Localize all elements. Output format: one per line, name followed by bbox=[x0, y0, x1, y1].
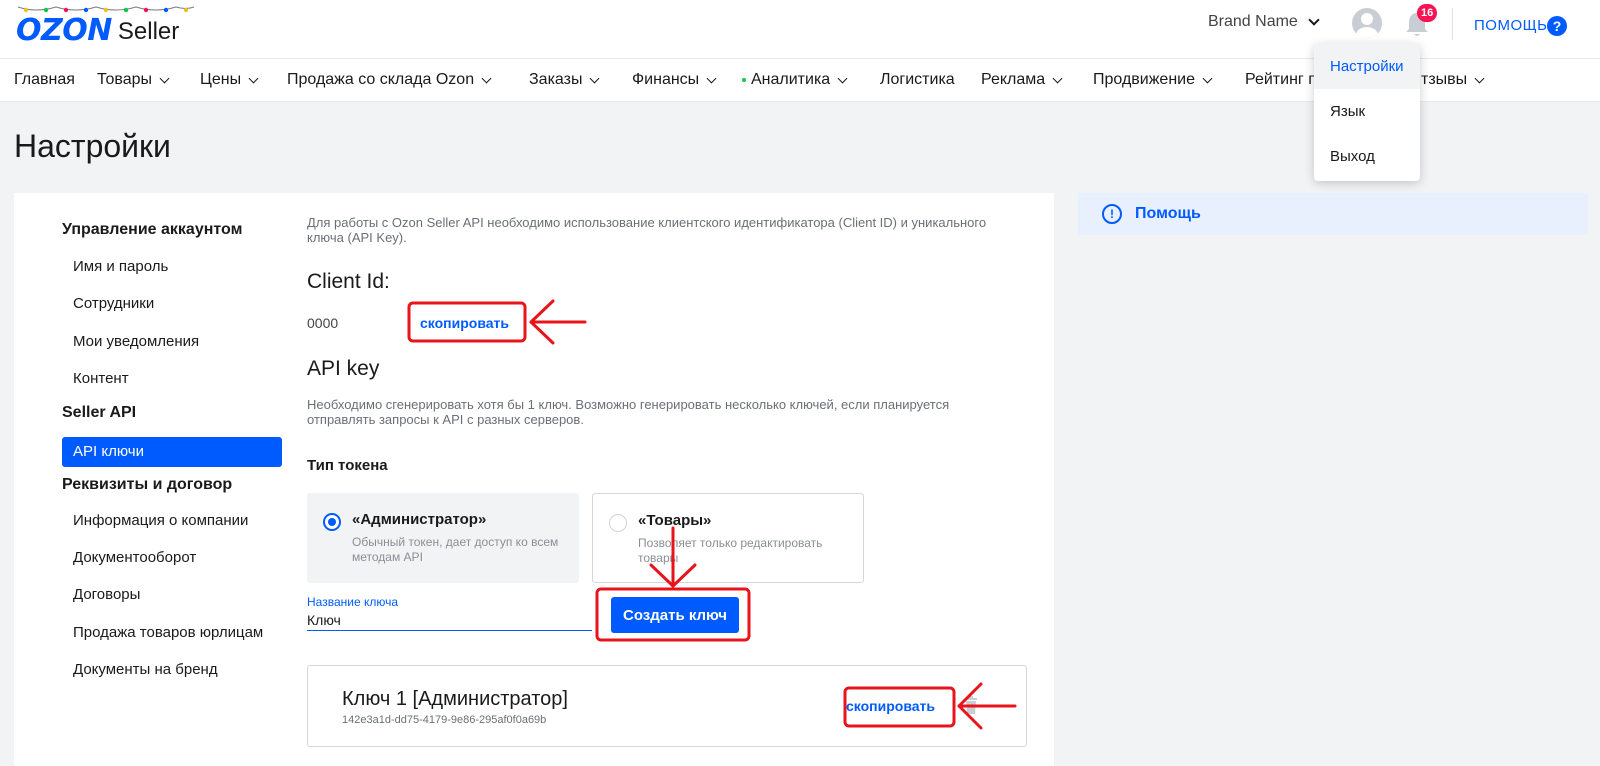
nav-item-prices[interactable]: Цены bbox=[200, 71, 259, 89]
settings-card: Управление аккаунтом Имя и пароль Сотруд… bbox=[14, 193, 1054, 766]
nav-item-logistics[interactable]: Логистика bbox=[880, 71, 955, 89]
brand-selector[interactable]: Brand Name bbox=[1208, 13, 1320, 31]
token-title: «Товары» bbox=[638, 512, 712, 529]
logo-ozon-text: OZON bbox=[16, 13, 112, 48]
nav-label: Главная bbox=[14, 71, 75, 88]
nav-item-fbo[interactable]: Продажа со склада Ozon bbox=[287, 71, 492, 89]
api-key-heading: API key bbox=[307, 357, 380, 380]
sidebar-item-employees[interactable]: Сотрудники bbox=[73, 295, 154, 312]
trash-icon[interactable] bbox=[964, 696, 978, 714]
sidebar-item-name-password[interactable]: Имя и пароль bbox=[73, 258, 168, 275]
token-description: Позволяет только редактировать товары bbox=[638, 536, 823, 565]
sidebar-item-notifications[interactable]: Мои уведомления bbox=[73, 333, 199, 350]
user-menu-dropdown: Настройки Язык Выход bbox=[1314, 44, 1420, 181]
intro-text: Для работы с Ozon Seller API необходимо … bbox=[307, 215, 987, 245]
divider bbox=[1452, 8, 1453, 40]
chevron-down-icon bbox=[159, 73, 170, 83]
radio-selected[interactable] bbox=[323, 513, 341, 531]
help-panel[interactable]: ! Помощь bbox=[1078, 193, 1588, 235]
key-name-input[interactable] bbox=[307, 609, 592, 631]
api-key-card: Ключ 1 [Администратор] 142e3a1d-dd75-417… bbox=[307, 665, 1027, 747]
sidebar-item-b2b-sales[interactable]: Продажа товаров юрлицам bbox=[73, 624, 263, 641]
nav-label: Заказы bbox=[529, 71, 583, 88]
sidebar-item-contracts[interactable]: Договоры bbox=[73, 586, 140, 603]
token-title: «Администратор» bbox=[352, 511, 487, 528]
key-id: 142e3a1d-dd75-4179-9e86-295af0f0a69b bbox=[342, 714, 547, 726]
chevron-down-icon bbox=[1474, 73, 1485, 83]
chevron-down-icon bbox=[248, 73, 259, 83]
create-key-button[interactable]: Создать ключ bbox=[611, 597, 739, 633]
nav-label: Рейтинг п bbox=[1245, 71, 1317, 88]
nav-item-reviews[interactable]: тзывы bbox=[1421, 71, 1485, 89]
radio-unselected[interactable] bbox=[609, 514, 627, 532]
client-id-heading: Client Id: bbox=[307, 270, 390, 293]
nav-label: тзывы bbox=[1421, 71, 1468, 88]
nav-item-rating[interactable]: Рейтинг п bbox=[1245, 71, 1317, 89]
nav-label: Цены bbox=[200, 71, 242, 88]
chevron-down-icon bbox=[1202, 73, 1213, 83]
logo-seller-text: Seller bbox=[117, 18, 180, 45]
sidebar-item-api-keys[interactable]: API ключи bbox=[62, 437, 282, 467]
help-panel-label: Помощь bbox=[1135, 205, 1201, 222]
token-description: Обычный токен, дает доступ ко всем метод… bbox=[352, 535, 559, 564]
nav-item-finance[interactable]: Финансы bbox=[632, 71, 717, 89]
chevron-down-icon bbox=[481, 73, 492, 83]
nav-item-promotion[interactable]: Продвижение bbox=[1093, 71, 1213, 89]
sidebar-heading-account: Управление аккаунтом bbox=[62, 221, 243, 238]
page-title: Настройки bbox=[14, 128, 171, 164]
sidebar-heading-requisites: Реквизиты и договор bbox=[62, 476, 233, 493]
sidebar-item-company-info[interactable]: Информация о компании bbox=[73, 512, 248, 529]
nav-label: Аналитика bbox=[751, 71, 831, 88]
nav-label: Товары bbox=[97, 71, 153, 88]
api-key-description: Необходимо сгенерировать хотя бы 1 ключ.… bbox=[307, 397, 950, 427]
help-link[interactable]: ПОМОЩЬ bbox=[1474, 17, 1548, 34]
nav-item-main[interactable]: Главная bbox=[14, 71, 75, 89]
client-id-value: 0000 bbox=[307, 315, 339, 331]
nav-item-orders[interactable]: Заказы bbox=[529, 71, 600, 89]
avatar-icon[interactable] bbox=[1352, 8, 1382, 38]
question-icon[interactable]: ? bbox=[1547, 16, 1567, 36]
chevron-down-icon bbox=[1308, 14, 1320, 26]
chevron-down-icon bbox=[1052, 73, 1063, 83]
info-icon: ! bbox=[1102, 204, 1122, 224]
menu-item-settings[interactable]: Настройки bbox=[1314, 44, 1420, 89]
menu-item-logout[interactable]: Выход bbox=[1314, 134, 1420, 179]
notification-badge: 16 bbox=[1417, 4, 1438, 22]
brand-name: Brand Name bbox=[1208, 13, 1298, 30]
token-option-products[interactable]: «Товары» Позволяет только редактировать … bbox=[592, 493, 864, 583]
sidebar-item-brand-docs[interactable]: Документы на бренд bbox=[73, 661, 218, 678]
nav-label: Финансы bbox=[632, 71, 700, 88]
nav-item-ads[interactable]: Реклама bbox=[981, 71, 1063, 89]
sidebar-item-content[interactable]: Контент bbox=[73, 370, 129, 387]
nav-item-products[interactable]: Товары bbox=[97, 71, 170, 89]
token-type-label: Тип токена bbox=[307, 457, 388, 474]
copy-client-id-button[interactable]: скопировать bbox=[420, 315, 509, 331]
chevron-down-icon bbox=[590, 73, 600, 83]
nav-label: Реклама bbox=[981, 71, 1046, 88]
copy-key-button[interactable]: скопировать bbox=[846, 698, 935, 714]
menu-item-language[interactable]: Язык bbox=[1314, 89, 1420, 134]
sidebar-item-document-flow[interactable]: Документооборот bbox=[73, 549, 196, 566]
key-title: Ключ 1 [Администратор] bbox=[342, 688, 568, 710]
new-dot-icon bbox=[742, 78, 746, 82]
nav-label: Продажа со склада Ozon bbox=[287, 71, 475, 88]
chevron-down-icon bbox=[706, 73, 717, 83]
chevron-down-icon bbox=[837, 73, 848, 83]
token-option-admin[interactable]: «Администратор» Обычный токен, дает дост… bbox=[307, 493, 579, 583]
ozon-seller-logo[interactable]: OZON Seller bbox=[16, 6, 179, 46]
nav-item-analytics[interactable]: Аналитика bbox=[742, 71, 848, 89]
nav-label: Логистика bbox=[880, 71, 955, 88]
nav-label: Продвижение bbox=[1093, 71, 1195, 88]
sidebar-heading-seller-api: Seller API bbox=[62, 404, 137, 421]
key-name-label: Название ключа bbox=[307, 595, 399, 609]
